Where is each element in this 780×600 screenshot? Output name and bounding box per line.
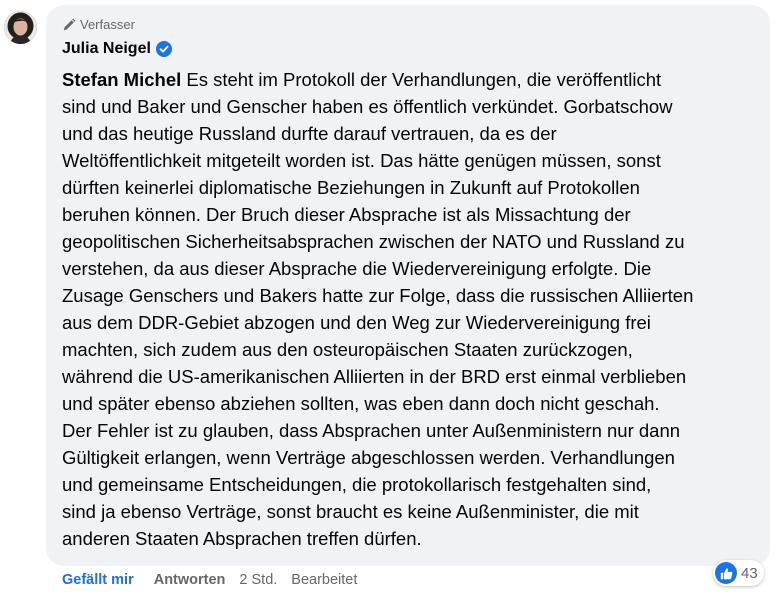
comment: Verfasser Julia Neigel Stefan Michel Es … [0, 0, 780, 600]
reply-button[interactable]: Antworten [154, 572, 226, 588]
author-row: Julia Neigel [62, 40, 172, 58]
reaction-summary[interactable]: 43 [713, 560, 764, 586]
comment-actions: Gefällt mir Antworten 2 Std. Bearbeitet [62, 572, 357, 588]
pencil-icon [62, 18, 76, 32]
author-name[interactable]: Julia Neigel [62, 40, 151, 58]
comment-body: Es steht im Protokoll der Verhandlungen,… [62, 69, 694, 549]
edited-label[interactable]: Bearbeitet [291, 572, 357, 588]
like-button[interactable]: Gefällt mir [62, 572, 134, 588]
avatar-image [4, 11, 37, 44]
author-badge-label: Verfasser [80, 17, 135, 32]
verified-badge-icon [155, 41, 172, 57]
mention-link[interactable]: Stefan Michel [62, 69, 181, 90]
comment-text: Stefan Michel Es steht im Protokoll der … [62, 66, 762, 552]
author-badge: Verfasser [62, 17, 135, 32]
timestamp-link[interactable]: 2 Std. [239, 572, 277, 588]
avatar[interactable] [4, 11, 37, 44]
reaction-count: 43 [741, 564, 758, 582]
like-icon [715, 562, 737, 584]
